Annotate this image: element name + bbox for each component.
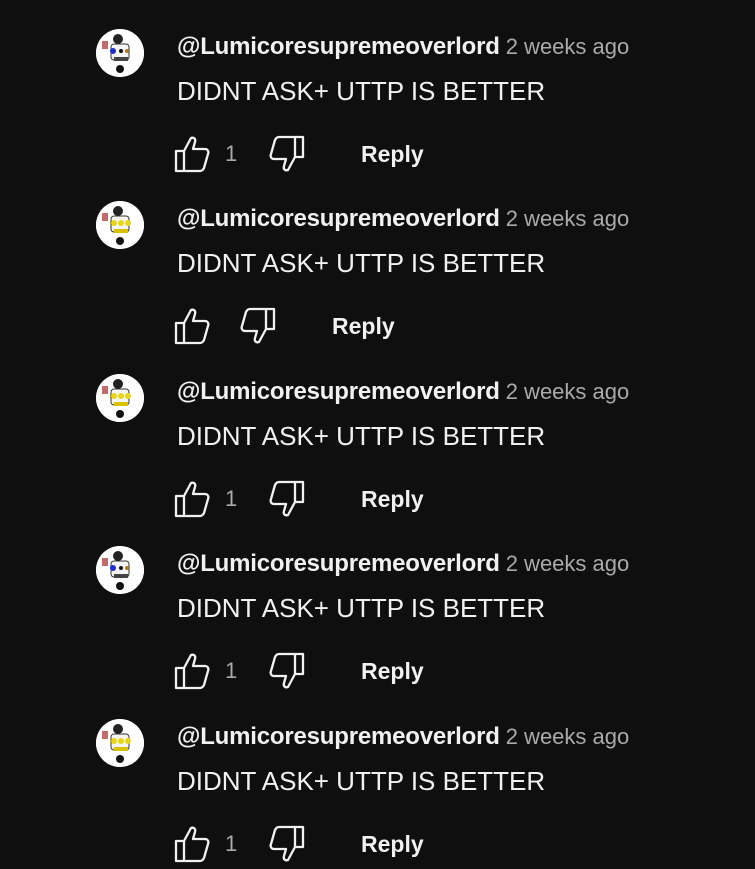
comment-timestamp[interactable]: 2 weeks ago: [506, 206, 630, 231]
reply-button[interactable]: Reply: [361, 831, 424, 858]
comment-timestamp[interactable]: 2 weeks ago: [506, 379, 630, 404]
author-name[interactable]: @Lumicoresupremeoverlord: [177, 550, 500, 577]
author-name[interactable]: @Lumicoresupremeoverlord: [177, 33, 500, 60]
comment-actions: 1 Reply: [172, 824, 424, 864]
thumbs-up-icon: [174, 481, 210, 518]
author-name[interactable]: @Lumicoresupremeoverlord: [177, 205, 500, 232]
comment-text: DIDNT ASK+ UTTP IS BETTER: [177, 766, 546, 796]
dislike-button[interactable]: [267, 824, 307, 864]
comment: @Lumicoresupremeoverlord 2 weeks ago DIDN…: [0, 517, 755, 691]
thumbs-down-icon: [269, 825, 305, 862]
comment: @Lumicoresupremeoverlord 2 weeks ago DIDN…: [0, 345, 755, 519]
dislike-button[interactable]: [267, 479, 307, 519]
like-button[interactable]: [172, 134, 212, 174]
comment-text: DIDNT ASK+ UTTP IS BETTER: [177, 421, 546, 451]
like-count: 1: [225, 486, 238, 511]
comment-actions: Reply: [172, 306, 395, 346]
like-button[interactable]: [172, 306, 212, 346]
thumbs-up-icon: [174, 308, 210, 345]
comment-actions: 1 Reply: [172, 651, 424, 691]
comment-header: @Lumicoresupremeoverlord 2 weeks ago: [177, 547, 629, 584]
like-button[interactable]: [172, 479, 212, 519]
avatar[interactable]: [96, 201, 144, 249]
comment-header: @Lumicoresupremeoverlord 2 weeks ago: [177, 720, 629, 757]
reply-button[interactable]: Reply: [361, 141, 424, 168]
comment-header: @Lumicoresupremeoverlord 2 weeks ago: [177, 202, 629, 239]
avatar[interactable]: [96, 374, 144, 422]
avatar[interactable]: [96, 546, 144, 594]
comment-text: DIDNT ASK+ UTTP IS BETTER: [177, 593, 546, 623]
thumbs-up-icon: [174, 826, 210, 863]
comment-text: DIDNT ASK+ UTTP IS BETTER: [177, 76, 546, 106]
reply-button[interactable]: Reply: [361, 486, 424, 513]
thumbs-down-icon: [240, 307, 276, 344]
author-name[interactable]: @Lumicoresupremeoverlord: [177, 378, 500, 405]
dislike-button[interactable]: [267, 651, 307, 691]
like-count: 1: [225, 141, 238, 166]
thumbs-up-icon: [174, 653, 210, 690]
comment-text: DIDNT ASK+ UTTP IS BETTER: [177, 248, 546, 278]
avatar-image: [96, 201, 144, 249]
avatar-image: [96, 719, 144, 767]
thumbs-down-icon: [269, 480, 305, 517]
like-count: 1: [225, 831, 238, 856]
like-button[interactable]: [172, 824, 212, 864]
comment-thread: @Lumicoresupremeoverlord 2 weeks ago DIDN…: [0, 0, 755, 869]
comment: @Lumicoresupremeoverlord 2 weeks ago DIDN…: [0, 690, 755, 864]
comment-timestamp[interactable]: 2 weeks ago: [506, 34, 630, 59]
like-button[interactable]: [172, 651, 212, 691]
comment-timestamp[interactable]: 2 weeks ago: [506, 724, 630, 749]
thumbs-down-icon: [269, 652, 305, 689]
comment-timestamp[interactable]: 2 weeks ago: [506, 551, 630, 576]
comment: @Lumicoresupremeoverlord 2 weeks ago DIDN…: [0, 172, 755, 346]
reply-button[interactable]: Reply: [361, 658, 424, 685]
comment-header: @Lumicoresupremeoverlord 2 weeks ago: [177, 30, 629, 67]
author-name[interactable]: @Lumicoresupremeoverlord: [177, 723, 500, 750]
avatar-image: [96, 546, 144, 594]
like-count: 1: [225, 658, 238, 683]
comment: @Lumicoresupremeoverlord 2 weeks ago DIDN…: [0, 0, 755, 174]
avatar-image: [96, 29, 144, 77]
reply-button[interactable]: Reply: [332, 313, 395, 340]
thumbs-up-icon: [174, 136, 210, 173]
avatar-image: [96, 374, 144, 422]
comment-actions: 1 Reply: [172, 134, 424, 174]
avatar[interactable]: [96, 29, 144, 77]
comment-actions: 1 Reply: [172, 479, 424, 519]
thumbs-down-icon: [269, 135, 305, 172]
avatar[interactable]: [96, 719, 144, 767]
comment-header: @Lumicoresupremeoverlord 2 weeks ago: [177, 375, 629, 412]
dislike-button[interactable]: [267, 134, 307, 174]
dislike-button[interactable]: [238, 306, 278, 346]
